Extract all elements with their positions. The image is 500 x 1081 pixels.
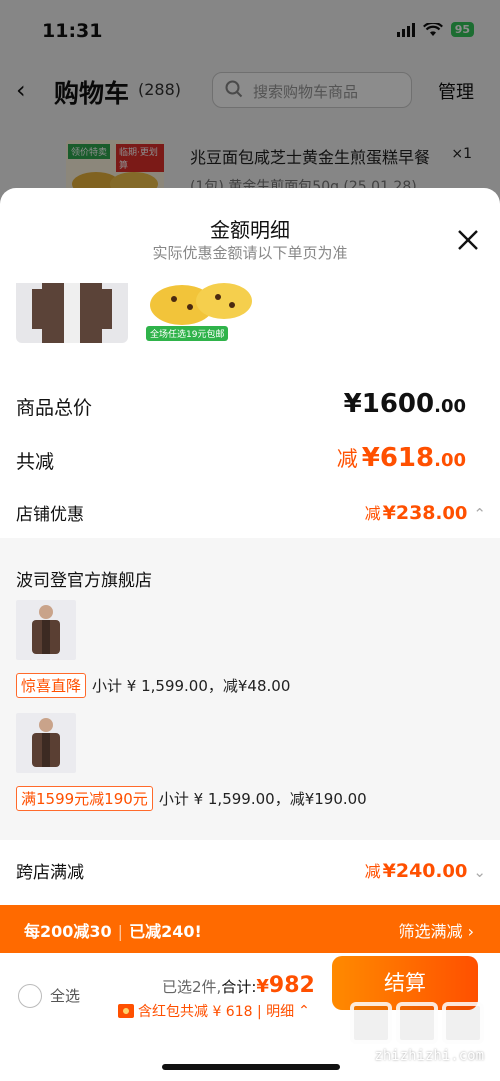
filter-discount-link[interactable]: 筛选满减 › — [399, 918, 475, 942]
promo-tag: 满1599元减190元 — [16, 786, 153, 811]
cross-store-discount-label: 跨店满减 — [16, 863, 84, 883]
total-reduce-label: 共减 — [16, 451, 55, 473]
sheet-title: 金额明细 — [210, 218, 290, 242]
cart-page-background: 11:31 95 ‹ 购物车 (288) 搜索购物车商品 管理 领价特卖 临期·… — [0, 0, 500, 202]
total-reduce-value: 减 ¥618.00 — [336, 443, 466, 473]
hongbao-detail-link[interactable]: 含红包共减 ¥ 618 | 明细 ⌃ — [118, 1001, 310, 1021]
bread-thumbnail: 全场任选19元包邮 — [142, 283, 254, 343]
watermark-logo — [350, 1002, 484, 1044]
total-price-value: ¥1600.00 — [343, 389, 466, 419]
chevron-up-icon: ⌃ — [298, 1003, 310, 1019]
red-packet-icon — [118, 1004, 134, 1018]
dim-overlay[interactable] — [0, 0, 500, 200]
close-icon[interactable] — [456, 228, 480, 252]
watermark-text: zhizhizhi.com — [374, 1048, 484, 1064]
total-price-label: 商品总价 — [16, 397, 93, 419]
chevron-up-icon: ⌃ — [473, 505, 486, 523]
product-thumbnails: 全场任选19元包邮 — [16, 283, 254, 343]
amount-detail-sheet: 金额明细 实际优惠金额请以下单页为准 全场任选19元包邮 商品总价 ¥1600.… — [0, 188, 500, 1081]
cross-store-discount-value[interactable]: 减 ¥240.00 ⌄ — [365, 858, 486, 882]
select-all-radio[interactable] — [18, 984, 42, 1008]
store-item-image — [16, 600, 76, 660]
promo-tag: 惊喜直降 — [16, 673, 87, 698]
store-item-promo: 满1599元减190元 小计 ¥ 1,599.00，减¥190.00 — [16, 786, 367, 811]
promo-subtotal: 小计 ¥ 1,599.00，减¥190.00 — [158, 790, 367, 808]
home-indicator — [162, 1064, 340, 1070]
shop-discount-detail: 波司登官方旗舰店 惊喜直降 小计 ¥ 1,599.00，减¥48.00 满159… — [0, 538, 500, 840]
store-name: 波司登官方旗舰店 — [16, 571, 152, 591]
promo-banner[interactable]: 每200减30 | 已减240! 筛选满减 › — [0, 905, 500, 953]
total-amount: 982 — [268, 973, 315, 998]
shop-discount-value[interactable]: 减 ¥238.00 ⌃ — [365, 500, 486, 524]
selected-summary: 已选2件,合计:¥982 — [162, 973, 315, 998]
bread-promo-badge: 全场任选19元包邮 — [146, 326, 229, 341]
select-all-label[interactable]: 全选 — [50, 985, 80, 1006]
promo-subtotal: 小计 ¥ 1,599.00，减¥48.00 — [92, 677, 291, 695]
shop-discount-label: 店铺优惠 — [16, 505, 84, 525]
sheet-subtitle: 实际优惠金额请以下单页为准 — [152, 244, 348, 262]
store-item-promo: 惊喜直降 小计 ¥ 1,599.00，减¥48.00 — [16, 673, 290, 698]
store-item-image — [16, 713, 76, 773]
watermark: zhizhizhi.com — [350, 1002, 492, 1064]
chevron-down-icon: ⌄ — [473, 863, 486, 881]
jacket-thumbnail — [16, 283, 128, 343]
promo-banner-rule: 每200减30 | 已减240! — [24, 922, 202, 941]
